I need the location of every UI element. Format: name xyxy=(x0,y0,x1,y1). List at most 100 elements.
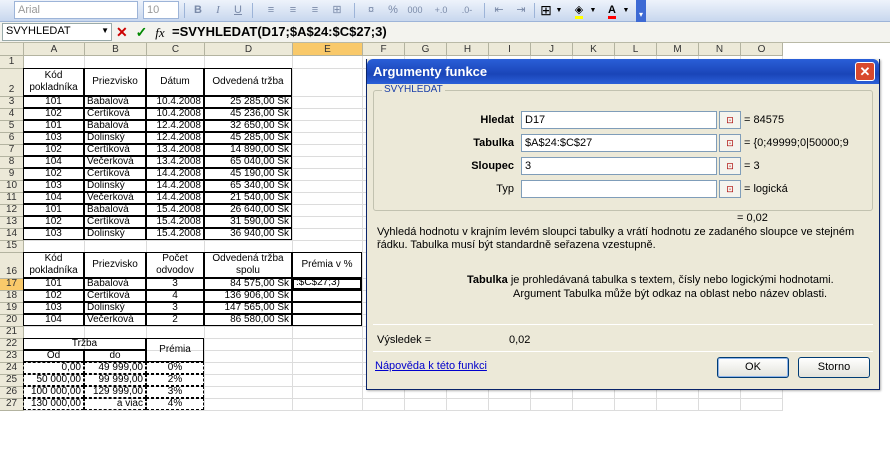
table3-cell[interactable]: 130 000,00 xyxy=(23,398,84,410)
table1-cell[interactable]: Čertíková xyxy=(84,168,146,180)
table3-cell[interactable]: 0,00 xyxy=(23,362,84,374)
column-header-j[interactable]: J xyxy=(531,43,573,56)
table3-cell[interactable]: 4% xyxy=(146,398,204,410)
table2-cell[interactable]: 3 xyxy=(146,278,204,290)
table2-cell[interactable]: 84 575,00 Sk xyxy=(204,278,292,290)
table1-cell[interactable]: 15.4.2008 xyxy=(146,228,204,240)
table1-header[interactable]: Kód pokladníka xyxy=(23,68,84,96)
grid-cell[interactable] xyxy=(205,327,293,339)
table1-cell[interactable]: 102 xyxy=(23,144,84,156)
table1-cell[interactable]: 15.4.2008 xyxy=(146,204,204,216)
row-header-15[interactable]: 15 xyxy=(0,240,24,253)
help-link[interactable]: Nápověda k této funkci xyxy=(375,360,487,372)
fill-color-dropdown-icon[interactable]: ▼ xyxy=(589,2,597,19)
table2-cell[interactable]: 4 xyxy=(146,290,204,302)
grid-cell[interactable] xyxy=(293,109,363,121)
table1-cell[interactable]: Dolinský xyxy=(84,228,146,240)
table2-cell[interactable]: Babalová xyxy=(84,278,146,290)
decrease-decimal-icon[interactable]: .0- xyxy=(456,2,478,19)
grid-cell[interactable] xyxy=(293,181,363,193)
table1-cell[interactable]: 25 285,00 Sk xyxy=(204,96,292,108)
grid-cell[interactable] xyxy=(293,69,363,97)
table1-cell[interactable]: 102 xyxy=(23,168,84,180)
table1-cell[interactable]: 13.4.2008 xyxy=(146,156,204,168)
collapse-dialog-icon[interactable]: ⊡ xyxy=(719,180,741,198)
column-header-h[interactable]: H xyxy=(447,43,489,56)
table1-cell[interactable]: Dolinský xyxy=(84,180,146,192)
table1-cell[interactable]: 12.4.2008 xyxy=(146,120,204,132)
table1-cell[interactable]: 36 940,00 Sk xyxy=(204,228,292,240)
table1-cell[interactable]: 12.4.2008 xyxy=(146,132,204,144)
arg-input-hledat[interactable]: D17 xyxy=(521,111,717,129)
table1-cell[interactable]: 101 xyxy=(23,120,84,132)
table2-cell[interactable]: Čertíková xyxy=(84,290,146,302)
align-center-icon[interactable]: ≡ xyxy=(284,2,302,19)
table2-cell[interactable]: 101 xyxy=(23,278,84,290)
increase-indent-icon[interactable]: ⇥ xyxy=(512,2,530,19)
table2-header[interactable]: Prémia v % xyxy=(292,252,362,278)
grid-cell[interactable] xyxy=(615,399,657,411)
table3-cell[interactable]: 100 000,00 xyxy=(23,386,84,398)
italic-button[interactable]: I xyxy=(210,2,226,19)
table1-cell[interactable]: 14 890,00 Sk xyxy=(204,144,292,156)
borders-icon[interactable]: ⊞ xyxy=(538,2,554,19)
grid-cell[interactable] xyxy=(293,217,363,229)
table3-cell[interactable]: 129 999,00 xyxy=(84,386,146,398)
grid-cell[interactable] xyxy=(363,399,405,411)
arg-input-typ[interactable] xyxy=(521,180,717,198)
table1-cell[interactable]: 102 xyxy=(23,216,84,228)
table2-cell[interactable] xyxy=(292,290,362,302)
collapse-dialog-icon[interactable]: ⊡ xyxy=(719,134,741,152)
grid-cell[interactable] xyxy=(741,399,783,411)
increase-decimal-icon[interactable]: +.0 xyxy=(430,2,452,19)
column-header-a[interactable]: A xyxy=(24,43,85,56)
grid-cell[interactable] xyxy=(293,205,363,217)
currency-icon[interactable]: ¤ xyxy=(362,2,380,19)
merge-center-icon[interactable]: ⊞ xyxy=(328,2,346,19)
table1-cell[interactable]: Čertíková xyxy=(84,216,146,228)
table3-cell[interactable]: 3% xyxy=(146,386,204,398)
table1-cell[interactable]: 13.4.2008 xyxy=(146,144,204,156)
table1-cell[interactable]: 45 236,00 Sk xyxy=(204,108,292,120)
grid-cell[interactable] xyxy=(405,399,447,411)
borders-dropdown-icon[interactable]: ▼ xyxy=(555,2,563,19)
table3-cell[interactable]: a viac xyxy=(84,398,146,410)
collapse-dialog-icon[interactable]: ⊡ xyxy=(719,111,741,129)
table1-cell[interactable]: 14.4.2008 xyxy=(146,168,204,180)
table3-cell[interactable]: 49 999,00 xyxy=(84,362,146,374)
select-all-corner[interactable] xyxy=(0,43,24,56)
grid-cell[interactable] xyxy=(205,375,293,387)
column-header-o[interactable]: O xyxy=(741,43,783,56)
row-header-2[interactable]: 2 xyxy=(0,69,24,97)
cancel-icon[interactable]: ✕ xyxy=(116,24,128,40)
font-color-icon[interactable]: A xyxy=(604,2,620,19)
table1-cell[interactable]: 103 xyxy=(23,228,84,240)
insert-function-icon[interactable]: fx xyxy=(155,25,164,40)
grid-cell[interactable] xyxy=(447,399,489,411)
table1-cell[interactable]: 101 xyxy=(23,204,84,216)
column-header-l[interactable]: L xyxy=(615,43,657,56)
table1-cell[interactable]: Dolinský xyxy=(84,132,146,144)
grid-cell[interactable] xyxy=(293,121,363,133)
font-size-box[interactable]: 10 xyxy=(143,1,179,19)
grid-cell[interactable] xyxy=(573,399,615,411)
grid-cell[interactable] xyxy=(205,387,293,399)
table1-cell[interactable]: 45 190,00 Sk xyxy=(204,168,292,180)
table2-cell[interactable]: 147 565,00 Sk xyxy=(204,302,292,314)
grid-cell[interactable] xyxy=(293,399,363,411)
column-header-g[interactable]: G xyxy=(405,43,447,56)
column-header-i[interactable]: I xyxy=(489,43,531,56)
column-header-m[interactable]: M xyxy=(657,43,699,56)
table1-cell[interactable]: 21 540,00 Sk xyxy=(204,192,292,204)
table2-cell[interactable]: 2 xyxy=(146,314,204,326)
column-header-c[interactable]: C xyxy=(147,43,205,56)
table1-cell[interactable]: Babalová xyxy=(84,96,146,108)
table1-cell[interactable]: 32 650,00 Sk xyxy=(204,120,292,132)
cancel-button[interactable]: Storno xyxy=(798,357,870,378)
grid-cell[interactable] xyxy=(489,399,531,411)
grid-cell[interactable] xyxy=(293,375,363,387)
table3-cell[interactable]: 50 000,00 xyxy=(23,374,84,386)
grid-cell[interactable] xyxy=(205,339,293,351)
thousands-button[interactable]: 000 xyxy=(404,2,426,19)
table1-cell[interactable]: 103 xyxy=(23,180,84,192)
